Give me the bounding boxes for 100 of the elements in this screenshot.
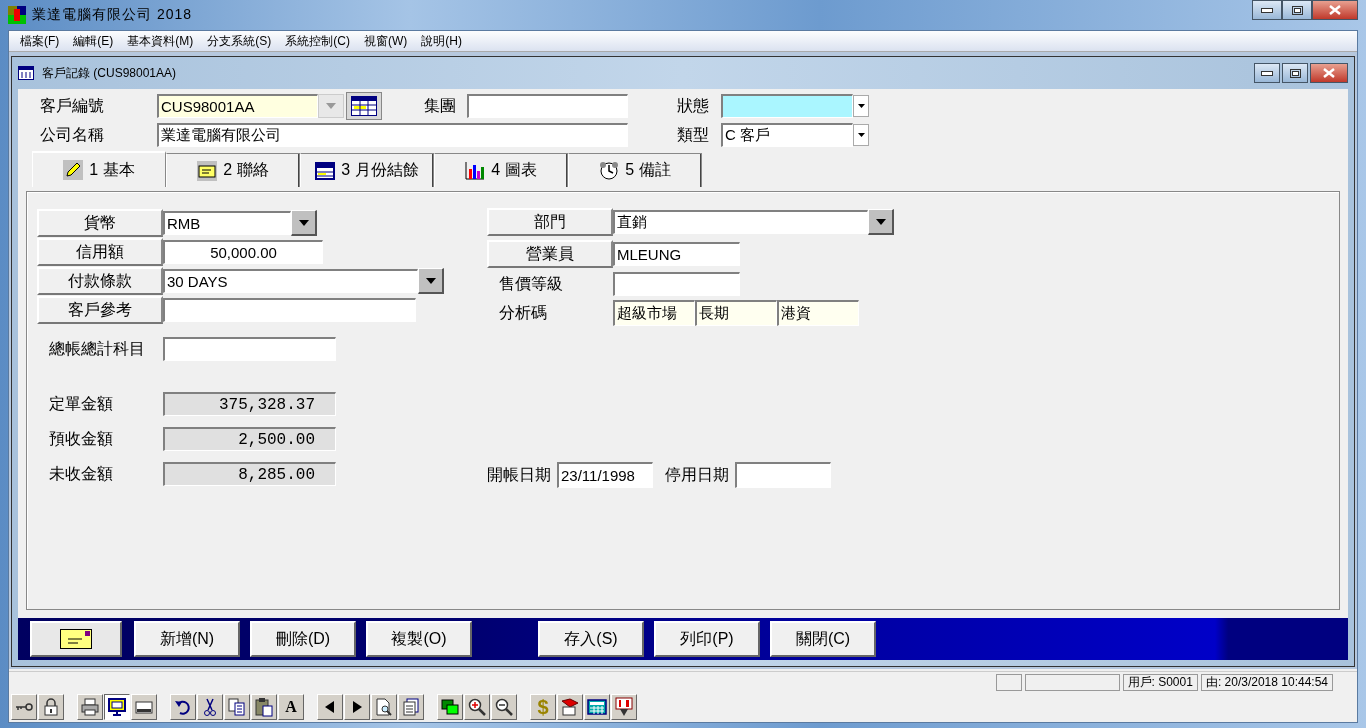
input-field[interactable] <box>163 337 336 361</box>
field-label: 狀態 <box>677 95 710 116</box>
grid-icon <box>351 96 377 116</box>
menu-item[interactable]: 分支系統(S) <box>200 32 279 50</box>
tab[interactable]: 1 基本 <box>32 151 166 187</box>
card-icon <box>197 160 218 181</box>
date-field[interactable] <box>735 462 831 488</box>
window-title: 業達電腦有限公司 2018 <box>32 6 193 24</box>
envelope-button[interactable] <box>30 621 122 657</box>
field-label: 售價等級 <box>498 273 564 294</box>
readonly-field: 8,285.00 <box>163 462 336 486</box>
clock-icon <box>599 160 620 181</box>
caret-icon <box>857 133 865 137</box>
minimize-button[interactable] <box>1252 0 1282 20</box>
caret-icon <box>425 277 436 284</box>
close-button[interactable] <box>1312 0 1358 20</box>
dropdown-field[interactable]: 30 DAYS <box>163 269 418 293</box>
clipboard-icon <box>254 697 274 717</box>
dropdown-field[interactable] <box>721 94 853 118</box>
menu-item[interactable]: 基本資料(M) <box>120 32 201 50</box>
app-logo-icon <box>8 6 26 24</box>
field-label-button[interactable]: 貨幣 <box>37 209 163 237</box>
printer-icon <box>80 697 100 717</box>
caret-icon <box>857 104 865 108</box>
field-label-button[interactable]: 信用額 <box>37 238 163 266</box>
status-text: 用戶: S0001 <box>1122 673 1198 691</box>
menu-item[interactable]: 視窗(W) <box>357 32 415 50</box>
envelope-icon <box>60 629 92 649</box>
action-button[interactable]: 關閉(C) <box>770 621 876 657</box>
dropdown-button[interactable] <box>853 124 869 146</box>
field-label: 分析碼 <box>498 302 548 323</box>
field-label: 總帳總計科目 <box>48 338 146 359</box>
field-label: 集團 <box>424 95 457 116</box>
readonly-field: 2,500.00 <box>163 427 336 451</box>
input-field[interactable] <box>467 94 628 118</box>
menu-item[interactable]: 說明(H) <box>414 32 469 50</box>
input-field[interactable]: 業達電腦有限公司 <box>157 123 628 147</box>
menu-item[interactable]: 編輯(E) <box>66 32 121 50</box>
field-label: 類型 <box>677 124 710 145</box>
close-icon <box>1323 68 1335 78</box>
font-button[interactable]: A <box>278 694 304 720</box>
copy-icon <box>227 697 247 717</box>
dropdown-field[interactable]: RMB <box>163 211 291 235</box>
caret-icon <box>326 103 336 109</box>
action-button[interactable]: 刪除(D) <box>250 621 356 657</box>
menu-item[interactable]: 系統控制(C) <box>278 32 357 50</box>
field-label: 停用日期 <box>665 464 729 485</box>
input-field[interactable] <box>613 272 740 296</box>
close-button[interactable] <box>1310 63 1348 83</box>
caret-icon <box>298 219 309 226</box>
field-label-button[interactable]: 客戶參考 <box>37 296 163 324</box>
windows-icon <box>440 697 460 717</box>
input-field[interactable]: 超級市場 <box>613 300 695 326</box>
field-label-button[interactable]: 部門 <box>487 208 613 236</box>
action-button[interactable]: 新增(N) <box>134 621 240 657</box>
input-field[interactable]: MLEUNG <box>613 242 740 266</box>
lookup-button[interactable] <box>346 92 382 120</box>
maximize-button[interactable] <box>1282 0 1312 20</box>
field-label: 未收金額 <box>48 463 114 484</box>
field-label-button[interactable]: 付款條款 <box>37 267 163 295</box>
child-window-title: 客戶記錄 (CUS98001AA) <box>42 64 177 82</box>
maximize-icon <box>1289 68 1301 78</box>
input-field[interactable] <box>163 298 416 322</box>
toolbar-button[interactable] <box>104 694 130 720</box>
calculator-icon <box>587 697 607 717</box>
tab[interactable]: 5 備註 <box>568 153 702 187</box>
monitor-icon <box>107 697 127 717</box>
documents-icon <box>401 697 421 717</box>
dropdown-button[interactable] <box>853 95 869 117</box>
pencil-icon <box>63 160 84 180</box>
caret-icon <box>875 218 886 225</box>
status-text: 由: 20/3/2018 10:44:54 <box>1200 673 1333 691</box>
document-magnifier-icon <box>374 697 394 717</box>
maximize-icon <box>1291 5 1303 15</box>
tab[interactable]: 3 月份結餘 <box>300 153 434 187</box>
action-button[interactable]: 列印(P) <box>654 621 760 657</box>
minimize-button[interactable] <box>1254 63 1280 83</box>
tab[interactable]: 4 圖表 <box>434 153 568 187</box>
form-icon <box>18 66 34 80</box>
padlock-icon <box>41 697 61 717</box>
zoom-out-icon <box>494 697 514 717</box>
input-field[interactable]: 長期 <box>695 300 777 326</box>
dropdown-field[interactable]: 直銷 <box>613 210 868 234</box>
maximize-button[interactable] <box>1282 63 1308 83</box>
field-label-button[interactable]: 營業員 <box>487 240 613 268</box>
action-button[interactable]: 複製(O) <box>366 621 472 657</box>
menu-item[interactable]: 檔案(F) <box>13 32 67 50</box>
field-label: 公司名稱 <box>40 124 105 145</box>
zoom-in-icon <box>467 697 487 717</box>
input-field[interactable]: 港資 <box>777 300 859 326</box>
field-label: 定單金額 <box>48 393 114 414</box>
input-field[interactable]: CUS98001AA <box>157 94 318 118</box>
input-field[interactable]: 50,000.00 <box>163 240 323 264</box>
bar-chart-icon <box>465 160 486 181</box>
tab[interactable]: 2 聯絡 <box>166 153 300 187</box>
close-icon <box>1329 5 1341 15</box>
date-field[interactable]: 23/11/1998 <box>557 462 653 488</box>
dropdown-field[interactable]: C 客戶 <box>721 123 853 147</box>
action-button[interactable]: 存入(S) <box>538 621 644 657</box>
field-label: 客戶編號 <box>40 95 105 116</box>
